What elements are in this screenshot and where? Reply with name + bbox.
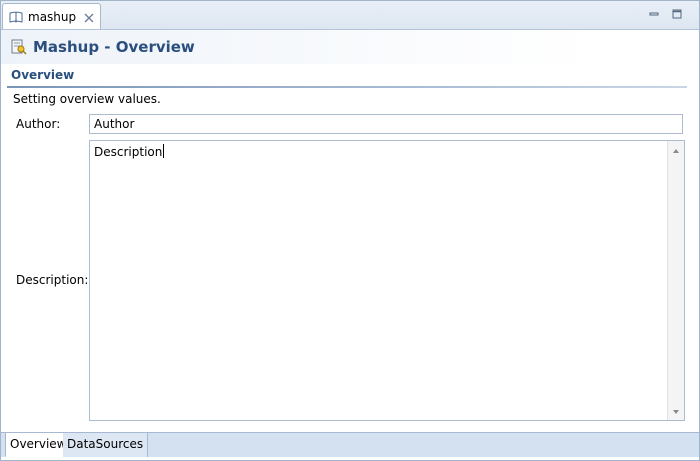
close-icon[interactable] <box>84 12 94 22</box>
tab-datasources[interactable]: DataSources <box>63 433 149 457</box>
section-description: Setting overview values. <box>13 92 161 106</box>
form-header: Mashup - Overview <box>1 30 699 64</box>
vertical-scrollbar[interactable] <box>667 141 684 420</box>
maximize-icon[interactable] <box>670 7 684 21</box>
page-title: Mashup - Overview <box>33 38 195 56</box>
editor-window: mashup Mashup - Overview Overview Settin… <box>0 0 700 461</box>
scroll-down-arrow-icon[interactable] <box>671 406 681 416</box>
description-label: Description: <box>16 273 89 287</box>
section-title[interactable]: Overview <box>11 68 74 82</box>
tab-overview[interactable]: Overview <box>5 433 72 457</box>
page-tabs: Overview DataSources <box>1 432 699 457</box>
editor-tab-label: mashup <box>28 9 77 24</box>
section-divider <box>7 86 687 88</box>
editor-tab-mashup[interactable]: mashup <box>2 3 102 29</box>
minimize-icon[interactable] <box>647 7 661 21</box>
book-icon <box>9 10 23 23</box>
description-textarea[interactable]: Description <box>89 140 685 421</box>
mashup-form-icon <box>11 39 27 55</box>
description-text: Description <box>94 144 165 159</box>
author-field[interactable]: Author <box>89 114 683 134</box>
editor-tab-strip: mashup <box>1 1 699 30</box>
author-label: Author: <box>16 117 61 131</box>
text-caret <box>163 144 165 158</box>
scroll-up-arrow-icon[interactable] <box>671 145 681 155</box>
